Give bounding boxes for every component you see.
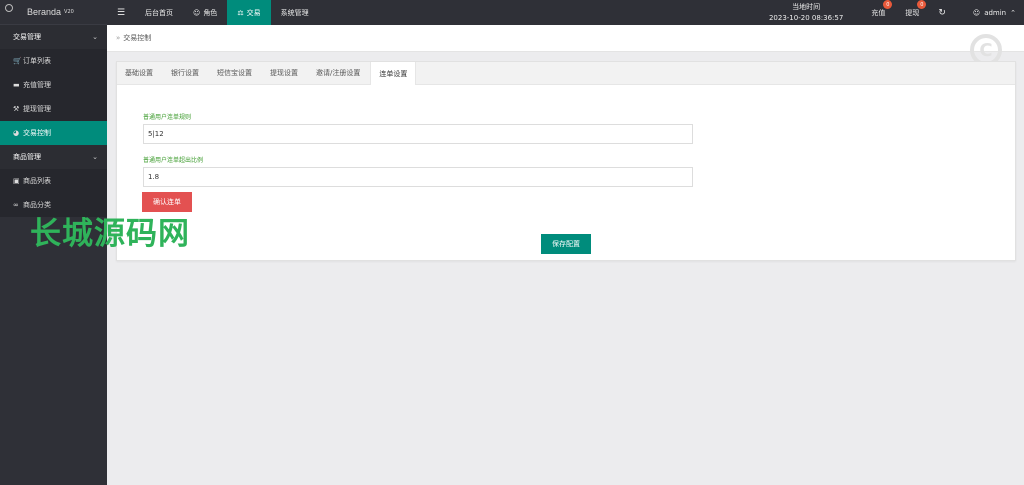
sidebar-item-orders[interactable]: 🛒 订单列表 <box>0 49 107 73</box>
logo-icon <box>5 4 13 12</box>
breadcrumb-current: 交易控制 <box>123 34 152 42</box>
nav-label: 交易 <box>246 8 261 17</box>
brand[interactable]: Beranda V20 <box>0 0 107 25</box>
menu-group-products[interactable]: 商品管理 ⌄ <box>0 145 107 169</box>
withdraw-button[interactable]: 提现 0 <box>895 0 929 25</box>
withdraw-label: 提现 <box>905 8 920 17</box>
tab-basic[interactable]: 基础设置 <box>117 62 161 84</box>
sidebar-item-label: 订单列表 <box>23 57 51 65</box>
rule-input[interactable] <box>143 124 693 144</box>
cart-icon: 🛒 <box>13 57 22 65</box>
ratio-label: 普通用户连单超出比例 <box>143 157 204 164</box>
tab-bank[interactable]: 银行设置 <box>163 62 207 84</box>
sidebar-item-withdraw[interactable]: ⚒ 提现管理 <box>0 97 107 121</box>
recharge-label: 充值 <box>871 8 886 17</box>
menu-toggle-icon[interactable]: ☰ <box>107 8 135 18</box>
nav-label: 角色 <box>203 8 218 17</box>
nav-trade[interactable]: ⚖ 交易 <box>227 0 271 25</box>
comment-icon: ▬ <box>13 81 20 89</box>
withdraw-badge: 0 <box>917 0 927 9</box>
tab-withdraw[interactable]: 提现设置 <box>262 62 306 84</box>
nav-label: 后台首页 <box>145 8 173 17</box>
recharge-button[interactable]: 充值 0 <box>861 0 895 25</box>
nav-roles[interactable]: ☺ 角色 <box>183 0 227 25</box>
local-time: 当地时间 2023-10-20 08:36:57 <box>769 2 843 24</box>
rule-label: 普通用户连单规则 <box>143 114 192 121</box>
topbar: ☰ 后台首页 ☺ 角色 ⚖ 交易 系统管理 当地时间 2023-10-20 08… <box>107 0 1024 25</box>
user-icon: ☺ <box>972 8 981 17</box>
brand-name: Beranda <box>27 7 62 17</box>
link-icon: ∞ <box>13 201 19 209</box>
user-name: admin <box>984 8 1007 17</box>
sidebar-item-product-list[interactable]: ▣ 商品列表 <box>0 169 107 193</box>
refresh-icon[interactable]: ↻ <box>929 8 955 18</box>
brand-version: V20 <box>64 9 74 15</box>
tab-sms[interactable]: 短信宝设置 <box>209 62 260 84</box>
menu-group-label: 商品管理 <box>13 153 41 161</box>
user-icon: ☺ <box>193 8 201 17</box>
chevron-down-icon: ⌄ <box>92 33 98 41</box>
sidebar-item-trade-control[interactable]: ◕ 交易控制 <box>0 121 107 145</box>
nav-label: 系统管理 <box>280 8 309 17</box>
settings-panel: 基础设置 银行设置 短信宝设置 提现设置 邀请/注册设置 连单设置 普通用户连单… <box>116 61 1016 261</box>
gavel-icon: ⚒ <box>13 105 20 113</box>
sidebar-item-label: 提现管理 <box>23 105 51 113</box>
sidebar-item-recharge[interactable]: ▬ 充值管理 <box>0 73 107 97</box>
nav-system[interactable]: 系统管理 <box>271 0 319 25</box>
breadcrumb: » 交易控制 C <box>107 25 1024 66</box>
user-menu[interactable]: ☺ admin ⌃ <box>955 9 1024 17</box>
combo-order-form: 普通用户连单规则 普通用户连单超出比例 <box>117 85 1015 198</box>
recharge-badge: 0 <box>883 0 893 9</box>
tab-combo-order[interactable]: 连单设置 <box>370 62 417 85</box>
local-time-label: 当地时间 <box>792 2 821 11</box>
watermark-text: 长城源码网 <box>30 216 190 252</box>
shop-icon: ▣ <box>13 177 20 185</box>
tab-invite-register[interactable]: 邀请/注册设置 <box>308 62 368 84</box>
menu-group-label: 交易管理 <box>13 33 41 41</box>
sidebar-item-label: 交易控制 <box>23 129 51 137</box>
sidebar-item-label: 商品列表 <box>23 177 51 185</box>
breadcrumb-separator-icon: » <box>116 34 121 42</box>
dashboard-icon: ◕ <box>13 129 20 137</box>
nav-home[interactable]: 后台首页 <box>135 0 183 25</box>
ratio-input[interactable] <box>143 167 693 187</box>
save-config-button[interactable]: 保存配置 <box>541 234 591 254</box>
chevron-up-icon: ⌃ <box>1010 8 1016 17</box>
chevron-down-icon: ⌄ <box>92 153 98 161</box>
sidebar-item-label: 充值管理 <box>23 81 51 89</box>
menu-group-trade[interactable]: 交易管理 ⌄ <box>0 25 107 49</box>
balance-scale-icon: ⚖ <box>237 8 244 17</box>
local-time-value: 2023-10-20 08:36:57 <box>768 13 844 22</box>
settings-tabs: 基础设置 银行设置 短信宝设置 提现设置 邀请/注册设置 连单设置 <box>117 62 1015 85</box>
